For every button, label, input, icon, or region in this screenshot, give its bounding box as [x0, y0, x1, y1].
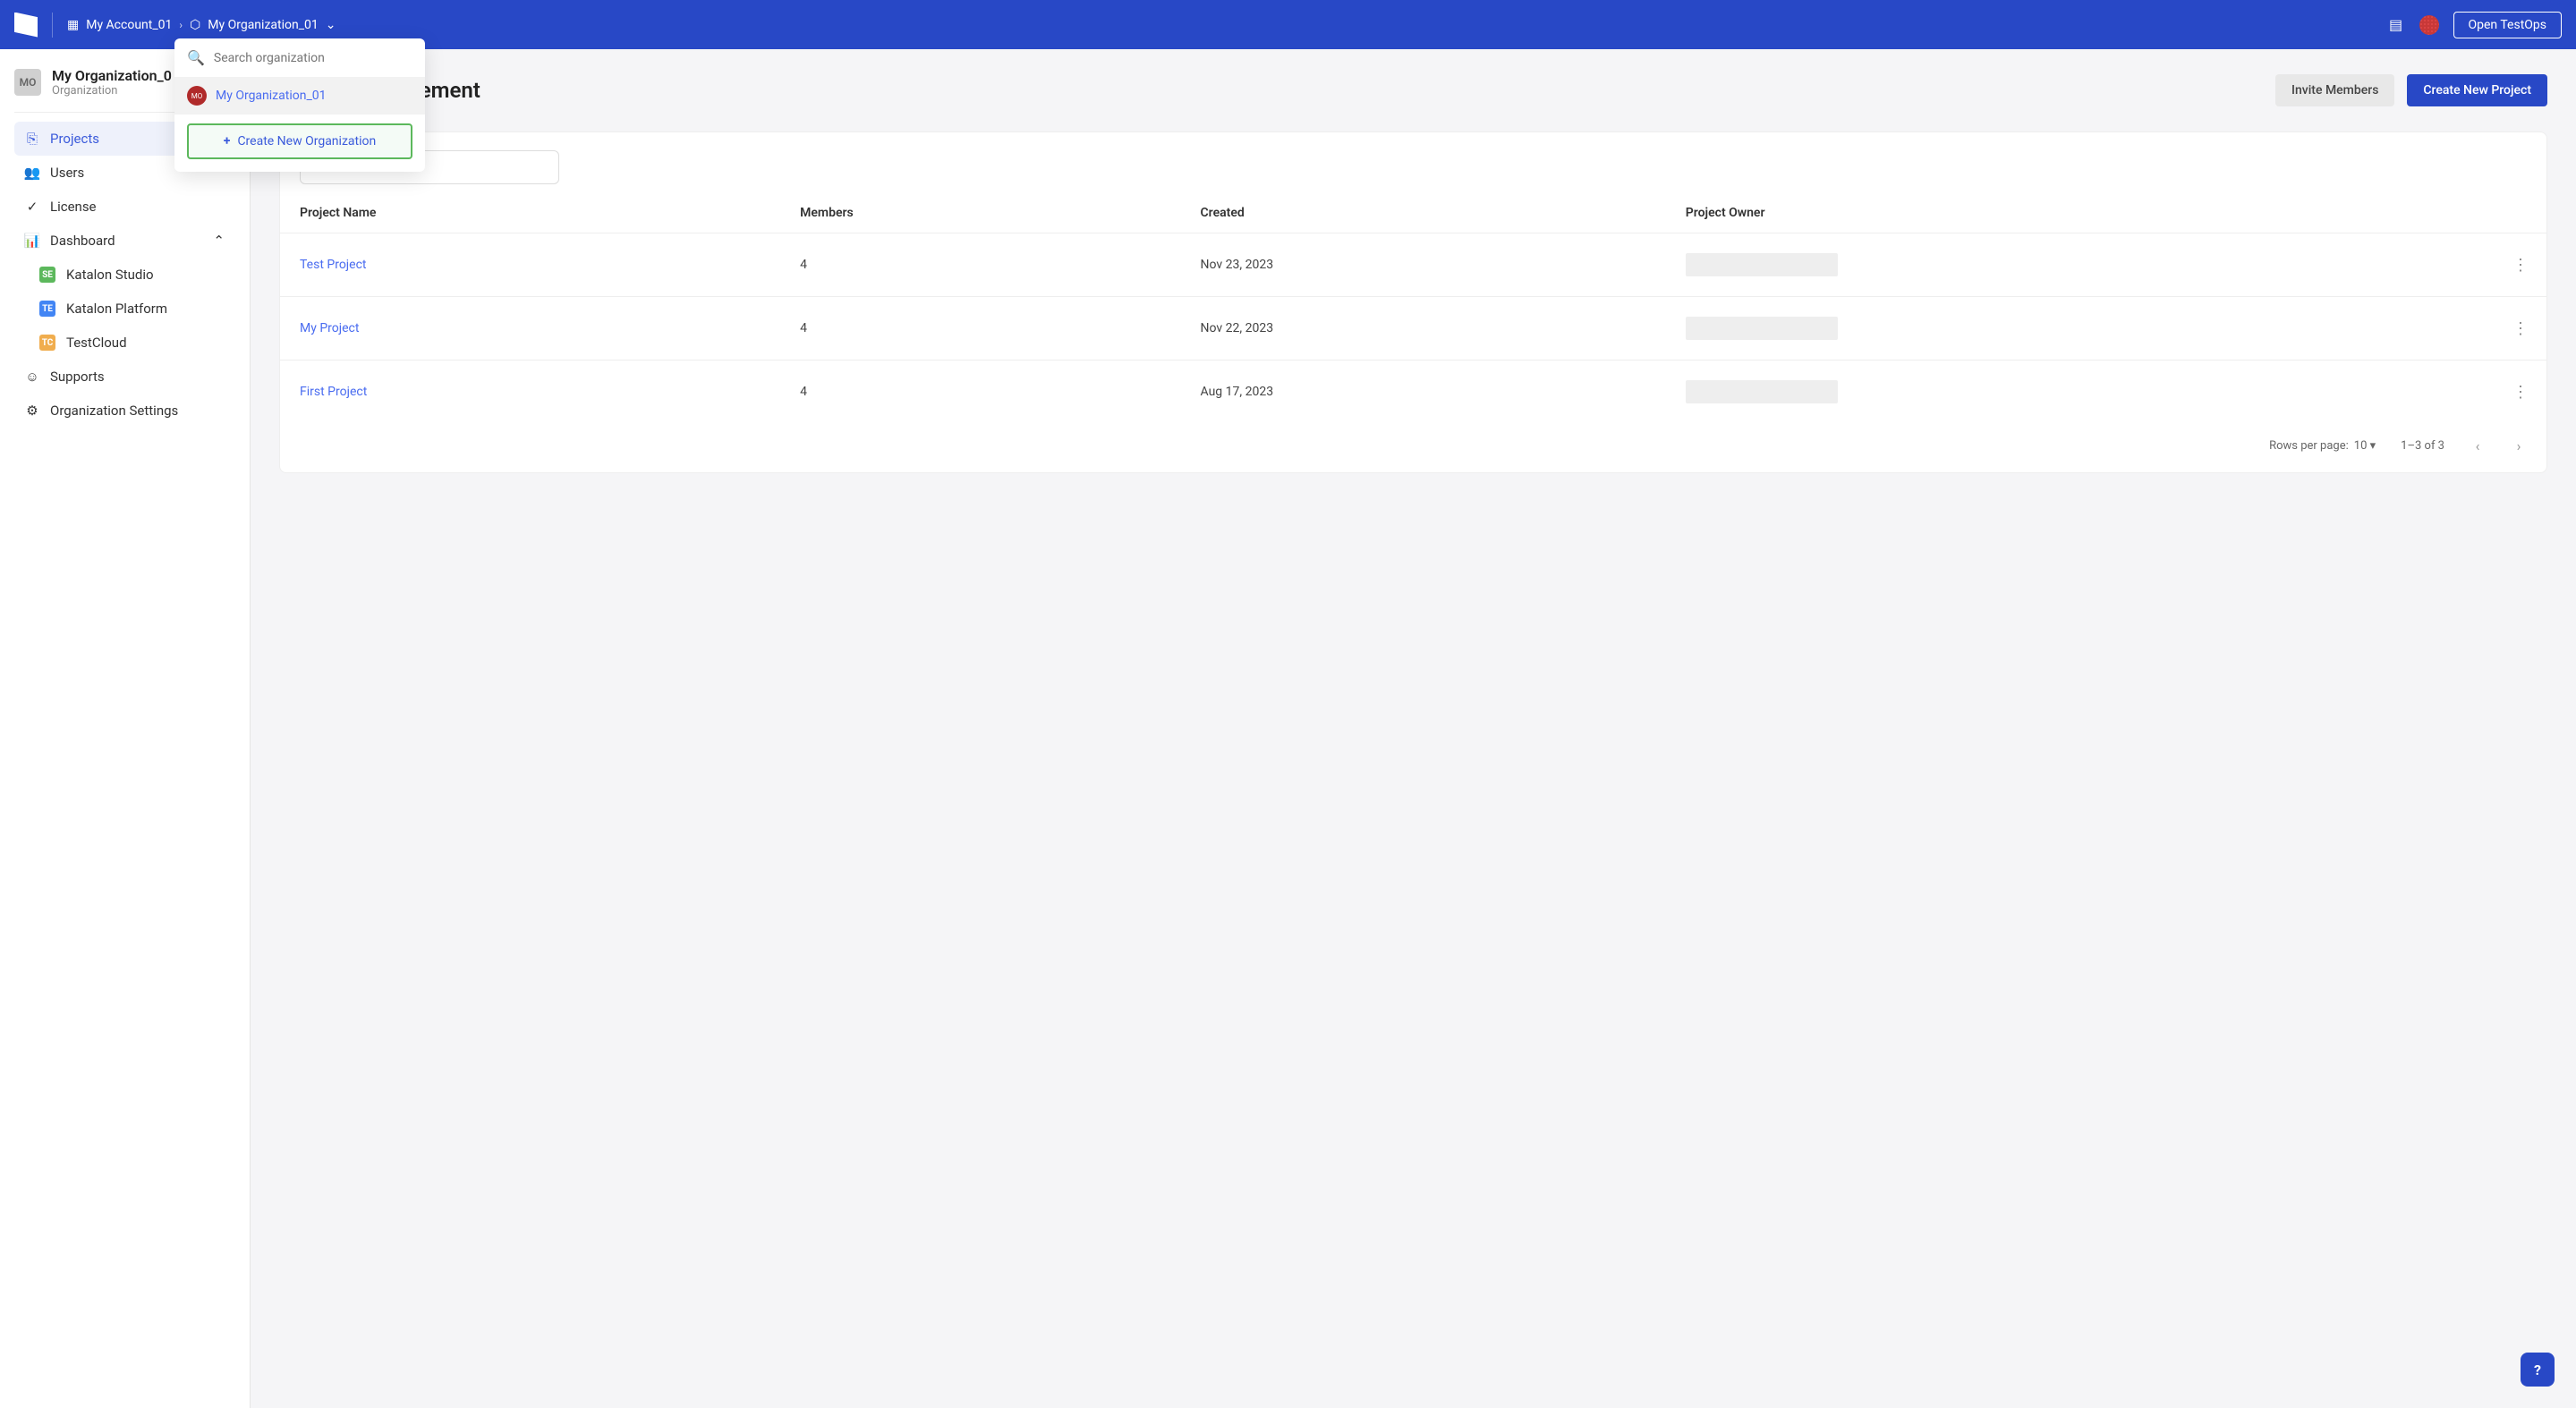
main-content: Project Management Invite Members Create…	[251, 49, 2576, 1408]
col-members: Members	[780, 193, 1180, 233]
platform-icon: TE	[39, 301, 55, 317]
create-new-project-button[interactable]: Create New Project	[2407, 74, 2547, 106]
rows-per-page-label: Rows per page:	[2269, 439, 2349, 453]
sidebar: MO My Organization_0 Organization ⎘ Proj…	[0, 49, 251, 1408]
sidebar-item-label: Dashboard	[50, 233, 115, 249]
header-right: ▤ Open TestOps	[2387, 12, 2562, 38]
org-dropdown-item-label: My Organization_01	[216, 89, 327, 103]
cell-members: 4	[780, 360, 1180, 424]
page-actions: Invite Members Create New Project	[2275, 74, 2547, 106]
sidebar-item-dashboard[interactable]: 📊 Dashboard ⌃	[14, 224, 235, 258]
chevron-down-icon: ⌄	[326, 18, 336, 32]
cell-members: 4	[780, 233, 1180, 297]
account-label: My Account_01	[86, 18, 172, 32]
owner-placeholder	[1686, 317, 1838, 340]
row-more-icon[interactable]: ⋮	[2493, 360, 2546, 424]
divider	[52, 13, 53, 38]
prev-page-button[interactable]: ‹	[2470, 437, 2486, 454]
breadcrumb-org[interactable]: My Organization_01 ⌄	[190, 18, 336, 32]
project-link[interactable]: Test Project	[300, 258, 366, 272]
gear-icon: ⚙	[25, 403, 39, 419]
col-owner: Project Owner	[1666, 193, 2493, 233]
header-left: My Account_01 › My Organization_01 ⌄	[14, 13, 336, 38]
projects-icon: ⎘	[25, 131, 39, 147]
org-avatar-icon: MO	[187, 86, 207, 106]
org-dropdown: 🔍 MO My Organization_01 + Create New Org…	[174, 38, 425, 172]
create-org-label: Create New Organization	[237, 134, 376, 148]
help-icon: ?	[2534, 1361, 2541, 1378]
search-icon: 🔍	[187, 49, 205, 66]
help-fab[interactable]: ?	[2521, 1353, 2555, 1387]
sidebar-org-avatar: MO	[14, 69, 41, 96]
next-page-button[interactable]: ›	[2511, 437, 2527, 454]
open-testops-button[interactable]: Open TestOps	[2453, 12, 2562, 38]
sidebar-item-testcloud[interactable]: TC TestCloud	[14, 326, 235, 360]
row-more-icon[interactable]: ⋮	[2493, 297, 2546, 360]
row-more-icon[interactable]: ⋮	[2493, 233, 2546, 297]
invite-members-button[interactable]: Invite Members	[2275, 74, 2394, 106]
chevron-down-icon: ▾	[2370, 439, 2376, 453]
pagination: Rows per page: 10 ▾ 1–3 of 3 ‹ ›	[280, 423, 2546, 454]
page-header-row: Project Management Invite Members Create…	[279, 74, 2547, 106]
owner-placeholder	[1686, 253, 1838, 276]
sidebar-item-label: Katalon Platform	[66, 301, 167, 317]
users-icon: 👥	[25, 165, 39, 181]
sidebar-item-label: Organization Settings	[50, 403, 178, 419]
projects-card: Project Name Members Created Project Own…	[279, 131, 2547, 473]
sidebar-item-label: Katalon Studio	[66, 267, 154, 283]
project-link[interactable]: My Project	[300, 321, 359, 335]
logo-icon[interactable]	[14, 13, 38, 38]
sidebar-item-label: License	[50, 199, 97, 215]
sidebar-item-org-settings[interactable]: ⚙ Organization Settings	[14, 394, 235, 428]
projects-table: Project Name Members Created Project Own…	[280, 193, 2546, 423]
sidebar-item-supports[interactable]: ☺ Supports	[14, 360, 235, 394]
chevron-right-icon: ›	[179, 19, 183, 31]
globe-icon[interactable]	[2419, 15, 2439, 35]
owner-placeholder	[1686, 380, 1838, 403]
cell-created: Nov 22, 2023	[1181, 297, 1666, 360]
create-org-button[interactable]: + Create New Organization	[187, 123, 412, 159]
sidebar-item-license[interactable]: ✓ License	[14, 190, 235, 224]
sidebar-item-label: TestCloud	[66, 335, 127, 351]
building-icon	[67, 18, 79, 32]
sidebar-org-name: My Organization_0	[52, 67, 172, 84]
col-created: Created	[1181, 193, 1666, 233]
org-search-row: 🔍	[174, 38, 425, 77]
org-dropdown-item[interactable]: MO My Organization_01	[174, 77, 425, 115]
license-icon: ✓	[25, 199, 39, 215]
sitemap-icon	[190, 18, 200, 32]
table-row: My Project 4 Nov 22, 2023 ⋮	[280, 297, 2546, 360]
cell-created: Nov 23, 2023	[1181, 233, 1666, 297]
col-project-name[interactable]: Project Name	[280, 193, 780, 233]
chevron-up-icon: ⌃	[213, 233, 225, 249]
project-link[interactable]: First Project	[300, 385, 367, 399]
table-row: First Project 4 Aug 17, 2023 ⋮	[280, 360, 2546, 424]
dashboard-icon: 📊	[25, 233, 39, 249]
sidebar-item-label: Projects	[50, 131, 99, 147]
pagination-range: 1–3 of 3	[2401, 439, 2444, 453]
studio-icon: SE	[39, 267, 55, 283]
rows-per-page-select[interactable]: 10 ▾	[2354, 439, 2376, 453]
breadcrumb-account[interactable]: My Account_01 ›	[67, 18, 183, 32]
notes-icon[interactable]: ▤	[2387, 16, 2405, 34]
table-row: Test Project 4 Nov 23, 2023 ⋮	[280, 233, 2546, 297]
supports-icon: ☺	[25, 369, 39, 385]
sidebar-item-katalon-studio[interactable]: SE Katalon Studio	[14, 258, 235, 292]
sidebar-item-label: Supports	[50, 369, 105, 385]
testcloud-icon: TC	[39, 335, 55, 351]
sidebar-item-label: Users	[50, 165, 84, 181]
sidebar-item-katalon-platform[interactable]: TE Katalon Platform	[14, 292, 235, 326]
org-search-input[interactable]	[214, 51, 412, 65]
plus-icon: +	[224, 134, 231, 148]
sidebar-org-type: Organization	[52, 84, 172, 98]
cell-members: 4	[780, 297, 1180, 360]
org-label: My Organization_01	[208, 18, 319, 32]
cell-created: Aug 17, 2023	[1181, 360, 1666, 424]
